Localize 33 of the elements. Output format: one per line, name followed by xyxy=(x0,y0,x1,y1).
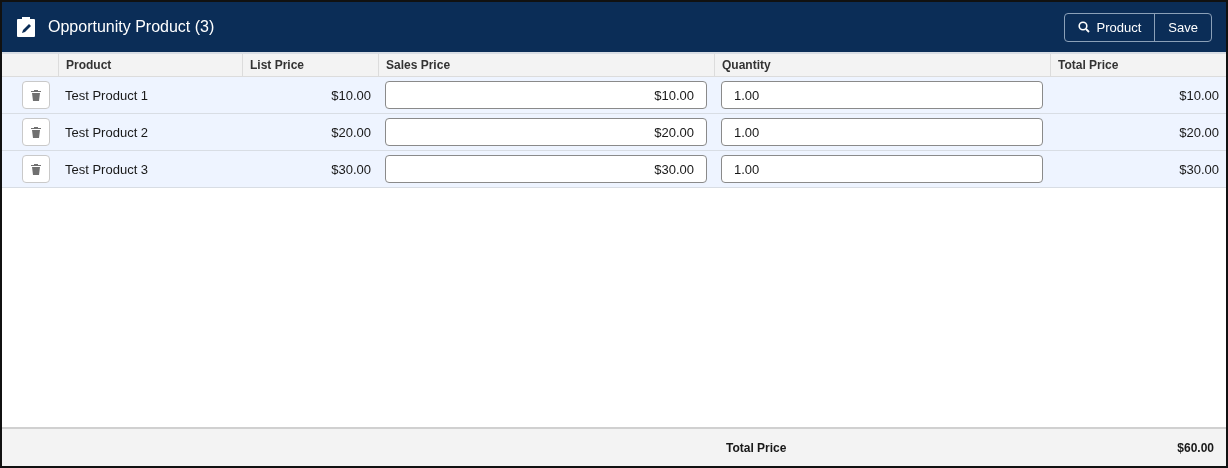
table-cell: $20.00 xyxy=(1179,124,1219,140)
header-title: Opportunity Product (3) xyxy=(48,18,215,36)
trash-icon xyxy=(31,163,41,175)
table-cell: $10.00 xyxy=(331,87,371,103)
total-label: Total Price xyxy=(726,440,787,455)
table-cell: Test Product 2 xyxy=(65,124,149,140)
table-cell: $30.00 xyxy=(331,161,371,177)
table-cell: Test Product 1 xyxy=(65,87,149,103)
column-header: Quantity xyxy=(714,54,1050,76)
column-header: Total Price xyxy=(1050,54,1226,76)
column-header: List Price xyxy=(242,54,378,76)
quantity-input[interactable]: 1.00 xyxy=(721,81,1043,109)
column-header: Sales Price xyxy=(378,54,714,76)
trash-icon xyxy=(31,89,41,101)
trash-icon xyxy=(31,126,41,138)
sales-price-input[interactable]: $10.00 xyxy=(385,81,707,109)
quantity-input[interactable]: 1.00 xyxy=(721,155,1043,183)
search-product-button[interactable]: Product xyxy=(1064,13,1155,41)
delete-button[interactable] xyxy=(22,118,50,146)
delete-button[interactable] xyxy=(22,155,50,183)
quantity-input[interactable]: 1.00 xyxy=(721,118,1043,146)
table-cell: $20.00 xyxy=(331,124,371,140)
table-cell: $30.00 xyxy=(1179,161,1219,177)
table-cell: $10.00 xyxy=(1179,87,1219,103)
sales-price-input[interactable]: $30.00 xyxy=(385,155,707,183)
delete-button[interactable] xyxy=(22,81,50,109)
table-cell: Test Product 3 xyxy=(65,161,149,177)
sales-price-input[interactable]: $20.00 xyxy=(385,118,707,146)
total-value: $60.00 xyxy=(1177,440,1214,455)
clipboard-pencil-icon xyxy=(16,16,36,38)
search-icon xyxy=(1077,21,1090,33)
save-button[interactable]: Save xyxy=(1154,13,1211,41)
column-header: Product xyxy=(58,54,242,76)
